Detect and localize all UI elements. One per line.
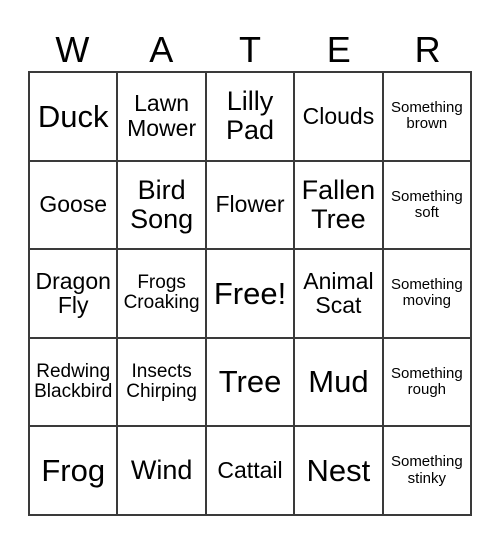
bingo-cell[interactable]: Frog: [30, 427, 119, 516]
bingo-cell[interactable]: Redwing Blackbird: [30, 338, 119, 428]
bingo-cell-label: Something stinky: [390, 453, 463, 487]
bingo-card: W A T E R Duck Lawn Mower Lilly Pad Clou…: [0, 0, 500, 544]
bingo-cell[interactable]: Cattail: [206, 427, 296, 516]
bingo-cell-label: Mud: [308, 364, 369, 400]
bingo-cell[interactable]: Wind: [118, 427, 207, 516]
bingo-cell-label: Animal Scat: [303, 267, 374, 319]
bingo-cell[interactable]: Duck: [30, 73, 119, 162]
bingo-cell[interactable]: Clouds: [295, 73, 384, 162]
bingo-cell[interactable]: Mud: [295, 338, 384, 428]
bingo-cell-label: Free!: [213, 275, 287, 311]
bingo-cell-label: Something soft: [390, 187, 463, 221]
bingo-row: Goose Bird Song Flower Fallen Tree Somet…: [30, 161, 473, 251]
bingo-cell[interactable]: Lawn Mower: [118, 73, 207, 162]
bingo-cell[interactable]: Animal Scat: [295, 250, 384, 339]
bingo-cell-label: Flower: [215, 191, 285, 218]
bingo-cell-label: Cattail: [217, 457, 283, 484]
bingo-cell[interactable]: Something soft: [383, 161, 473, 251]
bingo-cell[interactable]: Fallen Tree: [295, 161, 384, 251]
bingo-cell-label: Lilly Pad: [225, 86, 275, 146]
bingo-cell-label: Insects Chirping: [126, 360, 197, 403]
bingo-cell-label: Fallen Tree: [301, 174, 376, 234]
bingo-cell[interactable]: Bird Song: [118, 161, 207, 251]
bingo-cell-label: Redwing Blackbird: [34, 360, 113, 403]
bingo-cell-label: Lawn Mower: [127, 90, 197, 142]
header-letter-4: E: [326, 29, 351, 70]
bingo-cell-label: Tree: [218, 364, 282, 400]
bingo-cell[interactable]: Lilly Pad: [206, 73, 296, 162]
bingo-cell[interactable]: Frogs Croaking: [118, 250, 207, 339]
bingo-cell-label: Something rough: [390, 364, 463, 399]
bingo-cell[interactable]: Insects Chirping: [118, 338, 207, 428]
bingo-cell[interactable]: Something stinky: [383, 427, 473, 516]
bingo-cell-free[interactable]: Free!: [206, 250, 296, 339]
bingo-cell-label: Frogs Croaking: [123, 271, 200, 314]
bingo-row: Duck Lawn Mower Lilly Pad Clouds Somethi…: [30, 73, 473, 162]
bingo-row: Dragon Fly Frogs Croaking Free! Animal S…: [30, 250, 473, 339]
bingo-cell-label: Something moving: [390, 276, 463, 310]
bingo-cell-label: Wind: [130, 455, 193, 486]
bingo-cell-label: Dragon Fly: [35, 267, 111, 319]
bingo-cell-label: Bird Song: [130, 174, 194, 234]
bingo-cell[interactable]: Something brown: [383, 73, 473, 162]
bingo-cell-label: Nest: [306, 452, 371, 488]
bingo-row: Frog Wind Cattail Nest Something stinky: [30, 427, 473, 516]
bingo-cell[interactable]: Flower: [206, 161, 296, 251]
bingo-cell-label: Clouds: [302, 102, 375, 129]
bingo-cell[interactable]: Dragon Fly: [30, 250, 119, 339]
bingo-cell-label: Duck: [37, 98, 109, 134]
bingo-cell-label: Goose: [39, 191, 108, 218]
bingo-cell-label: Something brown: [390, 99, 463, 133]
bingo-cell[interactable]: Something moving: [383, 250, 473, 339]
bingo-cell[interactable]: Goose: [30, 161, 119, 251]
bingo-cell[interactable]: Nest: [295, 427, 384, 516]
bingo-header: W A T E R: [28, 18, 472, 70]
bingo-cell[interactable]: Something rough: [383, 338, 473, 428]
header-letter-5: R: [414, 29, 441, 70]
bingo-row: Redwing Blackbird Insects Chirping Tree …: [30, 338, 473, 428]
bingo-grid: Duck Lawn Mower Lilly Pad Clouds Somethi…: [28, 71, 473, 516]
bingo-cell-label: Frog: [41, 452, 106, 488]
header-letter-3: T: [238, 29, 261, 70]
bingo-cell[interactable]: Tree: [206, 338, 296, 428]
header-letter-1: W: [55, 29, 90, 70]
header-letter-2: A: [149, 29, 174, 70]
